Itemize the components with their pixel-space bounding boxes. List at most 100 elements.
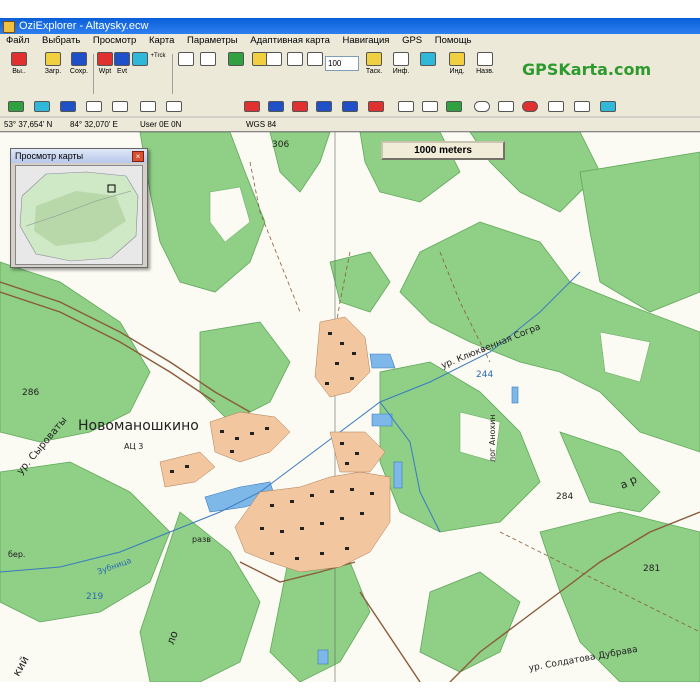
gps-6-button[interactable]	[368, 101, 384, 114]
elevation-286: 286	[22, 388, 40, 398]
tool-f-button[interactable]	[140, 101, 156, 114]
menu-help[interactable]: Помощь	[435, 35, 472, 46]
track-point-button[interactable]	[132, 52, 148, 68]
tool-e-icon	[112, 101, 128, 112]
gps-icon	[368, 101, 384, 112]
exit-icon	[11, 52, 27, 66]
save-button[interactable]: Сохр.	[68, 52, 90, 76]
overview-map-graphic	[19, 171, 139, 262]
lock-icon	[366, 52, 382, 66]
exit-button[interactable]: Вы..	[8, 52, 30, 76]
tool-g-button[interactable]	[166, 101, 182, 114]
village-name-label: Новоманошкино	[78, 418, 199, 434]
gps-icon	[342, 101, 358, 112]
longitude-readout: 84° 32,070' E	[70, 120, 118, 129]
line-button[interactable]	[266, 52, 282, 68]
elevation-284: 284	[556, 492, 574, 502]
overview-map[interactable]	[15, 165, 143, 265]
gps-icon	[316, 101, 332, 112]
zoom-300-button[interactable]	[176, 52, 196, 68]
zoom-100-button[interactable]	[198, 52, 218, 68]
task-button[interactable]: Таск.	[364, 52, 384, 76]
main-toolbar: Вы.. Загр. Сохр. Wpt Evt +Trck 100 Таск.…	[0, 48, 700, 101]
overview-title: Просмотр карты	[11, 149, 147, 163]
cursor-icon	[307, 52, 323, 66]
moving-map-icon	[422, 101, 438, 112]
track-log-button[interactable]	[446, 101, 462, 114]
antenna-button[interactable]	[600, 101, 616, 114]
menu-select[interactable]: Выбрать	[42, 35, 80, 46]
zoom-select[interactable]: 100	[325, 56, 359, 71]
zoom-icon	[178, 52, 194, 66]
menu-map[interactable]: Карта	[149, 35, 174, 46]
zoom-icon	[200, 52, 216, 66]
graph-button[interactable]	[548, 101, 564, 114]
gps-2-button[interactable]	[268, 101, 284, 114]
line-icon	[266, 52, 282, 66]
info-button[interactable]: Инф.	[390, 52, 412, 76]
menu-file[interactable]: Файл	[6, 35, 29, 46]
moving-map-button[interactable]	[422, 101, 438, 114]
disk-icon	[71, 52, 87, 66]
menu-navigation[interactable]: Навигация	[343, 35, 390, 46]
tool-d-icon	[86, 101, 102, 112]
gps-3-button[interactable]	[292, 101, 308, 114]
globe-button[interactable]	[474, 101, 490, 114]
secondary-toolbar	[0, 100, 700, 116]
tool-f-icon	[140, 101, 156, 112]
scale-bar: 1000 meters	[381, 141, 505, 160]
waypoint-button[interactable]: Wpt	[96, 52, 114, 76]
anchor-button[interactable]	[498, 101, 514, 114]
index-button[interactable]: Инд.	[446, 52, 468, 76]
index-icon	[449, 52, 465, 66]
app-icon	[3, 21, 15, 33]
pan-button[interactable]	[418, 52, 438, 68]
overview-window[interactable]: Просмотр карты ×	[10, 148, 148, 268]
stop-icon	[522, 101, 538, 112]
show-button[interactable]	[226, 52, 246, 68]
chart-icon	[574, 101, 590, 112]
event-icon	[114, 52, 130, 66]
globe-icon	[474, 101, 490, 112]
tool-d-button[interactable]	[86, 101, 102, 114]
ber-label: бер.	[8, 550, 26, 559]
gps-5-button[interactable]	[342, 101, 358, 114]
tool-c-button[interactable]	[60, 101, 76, 114]
menu-adaptive-map[interactable]: Адаптивная карта	[250, 35, 330, 46]
tool-g-icon	[166, 101, 182, 112]
arrows-icon	[420, 52, 436, 66]
gps-4-button[interactable]	[316, 101, 332, 114]
gps-1-button[interactable]	[244, 101, 260, 114]
datum-readout: WGS 84	[246, 120, 277, 129]
name-button[interactable]: Назв.	[474, 52, 496, 76]
nmea-button[interactable]	[398, 101, 414, 114]
close-icon[interactable]: ×	[132, 151, 144, 162]
tool-a-button[interactable]	[8, 101, 24, 114]
menu-bar: Файл Выбрать Просмотр Карта Параметры Ад…	[0, 34, 700, 48]
waypoint-icon	[97, 52, 113, 66]
tool-e-button[interactable]	[112, 101, 128, 114]
tool-b-button[interactable]	[34, 101, 50, 114]
track-log-icon	[446, 101, 462, 112]
stop-button[interactable]	[522, 101, 538, 114]
magnifier-icon	[287, 52, 303, 66]
load-button[interactable]: Загр.	[42, 52, 64, 76]
user-grid-readout: User 0E 0N	[140, 120, 182, 129]
menu-view[interactable]: Просмотр	[93, 35, 136, 46]
anchor-icon	[498, 101, 514, 112]
map-view[interactable]: 1000 meters 306 286 244 284 281 219 Ново…	[0, 132, 700, 682]
tool-a-icon	[8, 101, 24, 112]
magnify-button[interactable]	[286, 52, 304, 68]
menu-gps[interactable]: GPS	[402, 35, 422, 46]
antenna-icon	[600, 101, 616, 112]
select-tool-button[interactable]	[306, 52, 324, 68]
menu-settings[interactable]: Параметры	[187, 35, 238, 46]
add-track-button[interactable]: +Trck	[146, 52, 170, 60]
status-bar: 53° 37,654' N 84° 32,070' E User 0E 0N W…	[0, 118, 700, 132]
window-title: OziExplorer - Altaysky.ecw	[19, 20, 149, 32]
elevation-306: 306	[272, 140, 290, 150]
chart-button[interactable]	[574, 101, 590, 114]
event-button[interactable]: Evt	[114, 52, 130, 76]
title-bar: OziExplorer - Altaysky.ecw	[0, 18, 700, 34]
gps-icon	[268, 101, 284, 112]
